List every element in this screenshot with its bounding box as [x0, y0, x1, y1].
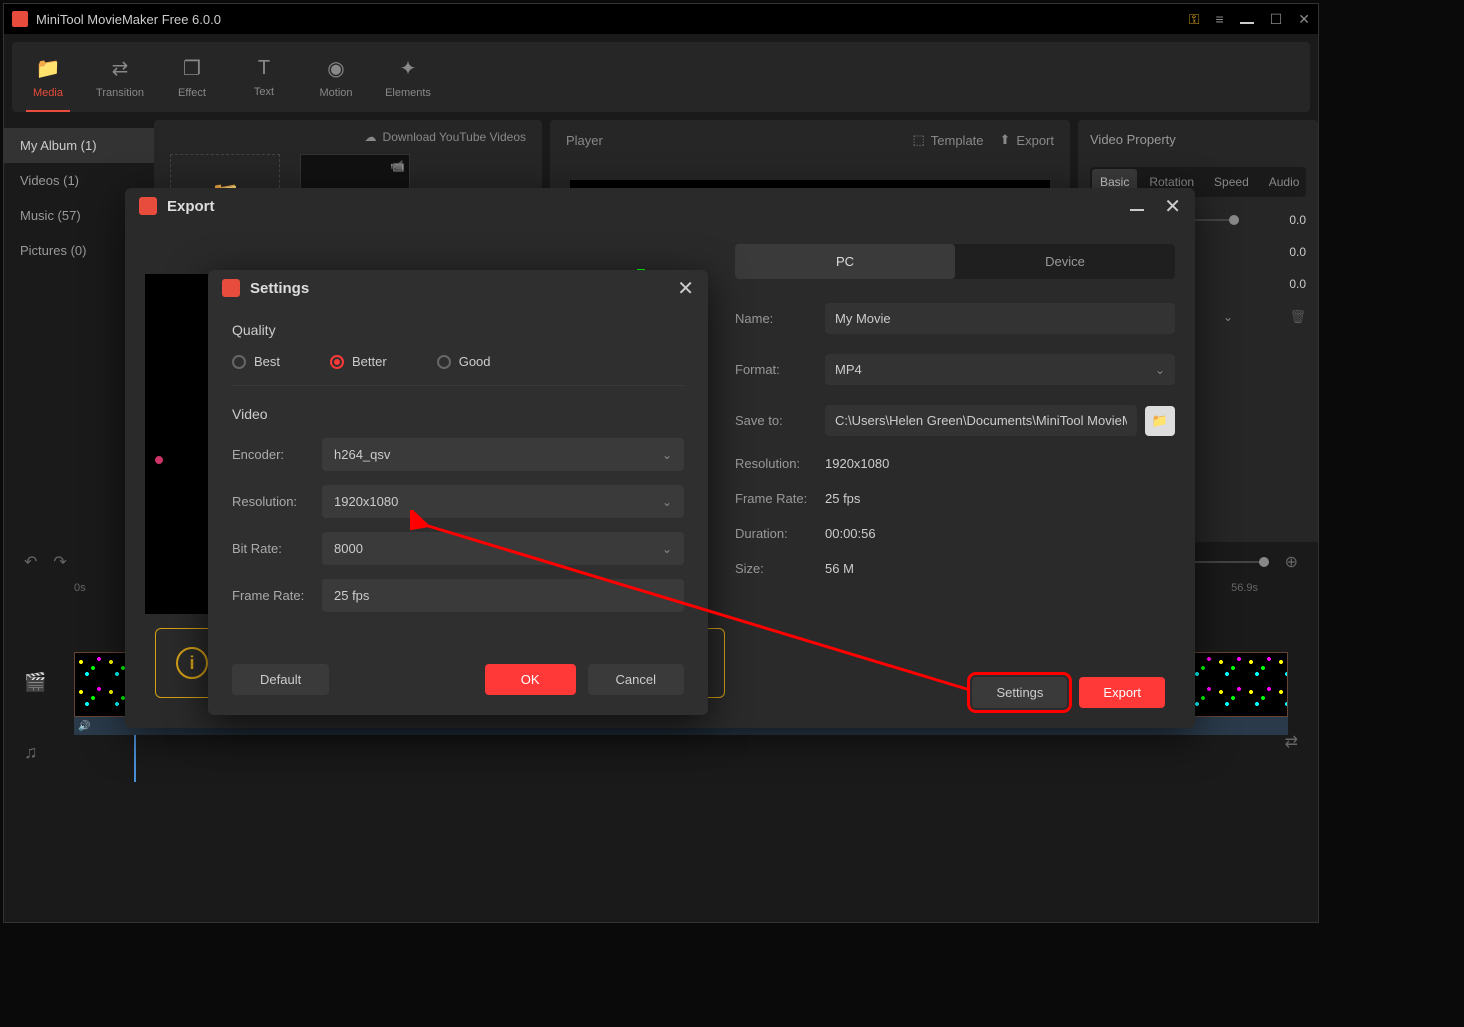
format-select[interactable]: MP4⌄	[825, 354, 1175, 385]
motion-icon: ◉	[327, 56, 344, 81]
ok-button[interactable]: OK	[485, 664, 576, 695]
settings-dialog-title: Settings	[250, 280, 677, 297]
props-title: Video Property	[1090, 132, 1306, 147]
encoder-select[interactable]: h264_qsv⌄	[322, 438, 684, 471]
export-minimize-icon[interactable]	[1130, 199, 1144, 214]
radio-icon	[330, 355, 344, 369]
app-title: MiniTool MovieMaker Free 6.0.0	[36, 12, 1189, 27]
format-label: Format:	[735, 362, 825, 377]
settings-framerate-label: Frame Rate:	[232, 588, 322, 603]
radio-best[interactable]: Best	[232, 354, 280, 369]
folder-icon: 📁	[1152, 413, 1168, 429]
info-icon: i	[176, 647, 208, 679]
cancel-button[interactable]: Cancel	[588, 664, 684, 695]
tab-elements[interactable]: ✦Elements	[372, 42, 444, 112]
effect-icon: ❐	[183, 56, 201, 81]
tab-media[interactable]: 📁Media	[12, 42, 84, 112]
export-tab-device[interactable]: Device	[955, 244, 1175, 279]
marker	[155, 456, 163, 464]
props-tab-speed[interactable]: Speed	[1206, 169, 1257, 195]
tab-effect[interactable]: ❐Effect	[156, 42, 228, 112]
default-button[interactable]: Default	[232, 664, 329, 695]
chevron-down-icon[interactable]: ⌄	[1223, 310, 1233, 324]
settings-button[interactable]: Settings	[972, 677, 1067, 708]
elements-icon: ✦	[400, 56, 417, 81]
export-tab-pc[interactable]: PC	[735, 244, 955, 279]
folder-icon: 📁	[36, 56, 61, 81]
saveto-label: Save to:	[735, 413, 825, 428]
resolution-value: 1920x1080	[825, 456, 889, 471]
name-input[interactable]	[825, 303, 1175, 334]
resolution-label: Resolution:	[735, 456, 825, 471]
export-dialog-title: Export	[167, 198, 1130, 215]
radio-better[interactable]: Better	[330, 354, 387, 369]
tab-transition[interactable]: ⇄Transition	[84, 42, 156, 112]
menu-icon[interactable]: ≡	[1216, 11, 1224, 27]
text-icon: T	[258, 57, 270, 80]
video-heading: Video	[232, 406, 684, 422]
download-icon: ☁	[365, 130, 377, 144]
chevron-down-icon: ⌄	[1155, 363, 1165, 377]
framerate-value: 25 fps	[825, 491, 860, 506]
music-track-icon: ♫	[24, 742, 38, 763]
bitrate-label: Bit Rate:	[232, 541, 322, 556]
size-value: 56 M	[825, 561, 854, 576]
settings-close-icon[interactable]: ✕	[677, 276, 694, 301]
size-label: Size:	[735, 561, 825, 576]
settings-resolution-select[interactable]: 1920x1080⌄	[322, 485, 684, 518]
name-label: Name:	[735, 311, 825, 326]
props-tab-audio[interactable]: Audio	[1261, 169, 1308, 195]
settings-logo-icon	[222, 279, 240, 297]
zoom-in-icon[interactable]: ⊕	[1285, 552, 1298, 572]
player-title: Player	[566, 133, 912, 148]
settings-framerate-select[interactable]: 25 fps⌄	[322, 579, 684, 612]
contrast-value: 0.0	[1289, 213, 1306, 227]
chevron-down-icon: ⌄	[662, 448, 672, 462]
key-icon[interactable]: ⚿	[1189, 11, 1200, 28]
settings-dialog: Settings ✕ Quality Best Better Good Vide…	[208, 270, 708, 715]
sidebar-item-myalbum[interactable]: My Album (1)	[4, 128, 154, 163]
swap-icon[interactable]: ⇄	[1285, 732, 1298, 752]
delete-icon[interactable]: 🗑	[1289, 309, 1306, 325]
tab-text[interactable]: TText	[228, 42, 300, 112]
tab-motion[interactable]: ◉Motion	[300, 42, 372, 112]
template-button[interactable]: ⬚Template	[912, 132, 983, 148]
bitrate-select[interactable]: 8000⌄	[322, 532, 684, 565]
video-track-icon: 🎬	[24, 672, 46, 693]
export-logo-icon	[139, 197, 157, 215]
browse-folder-button[interactable]: 📁	[1145, 406, 1175, 436]
chevron-down-icon: ⌄	[662, 589, 672, 603]
duration-label: Duration:	[735, 526, 825, 541]
encoder-label: Encoder:	[232, 447, 322, 462]
download-link[interactable]: Download YouTube Videos	[383, 130, 526, 144]
close-icon[interactable]: ✕	[1298, 11, 1310, 28]
export-icon: ⬆	[1000, 132, 1011, 148]
export-confirm-button[interactable]: Export	[1079, 677, 1165, 708]
export-close-icon[interactable]: ✕	[1164, 194, 1181, 219]
titlebar: MiniTool MovieMaker Free 6.0.0 ⚿ ≡ ☐ ✕	[4, 4, 1318, 34]
template-icon: ⬚	[912, 132, 924, 148]
radio-good[interactable]: Good	[437, 354, 491, 369]
undo-icon[interactable]: ↶	[24, 552, 37, 572]
app-logo-icon	[12, 11, 28, 27]
redo-icon[interactable]: ↷	[53, 552, 66, 572]
settings-resolution-label: Resolution:	[232, 494, 322, 509]
zoom-slider[interactable]	[1189, 561, 1269, 563]
radio-icon	[232, 355, 246, 369]
chevron-down-icon: ⌄	[662, 542, 672, 556]
transition-icon: ⇄	[112, 56, 129, 81]
audio-track[interactable]: ♫	[64, 722, 1298, 792]
contrast-slider[interactable]	[1189, 219, 1239, 221]
chevron-down-icon: ⌄	[662, 495, 672, 509]
saveto-input[interactable]	[825, 405, 1137, 436]
framerate-label: Frame Rate:	[735, 491, 825, 506]
duration-value: 00:00:56	[825, 526, 876, 541]
maximize-icon[interactable]: ☐	[1270, 11, 1283, 28]
main-toolbar: 📁Media ⇄Transition ❐Effect TText ◉Motion…	[12, 42, 1310, 112]
radio-icon	[437, 355, 451, 369]
quality-heading: Quality	[232, 322, 684, 338]
export-button[interactable]: ⬆Export	[1000, 132, 1054, 148]
minimize-icon[interactable]	[1240, 11, 1254, 27]
